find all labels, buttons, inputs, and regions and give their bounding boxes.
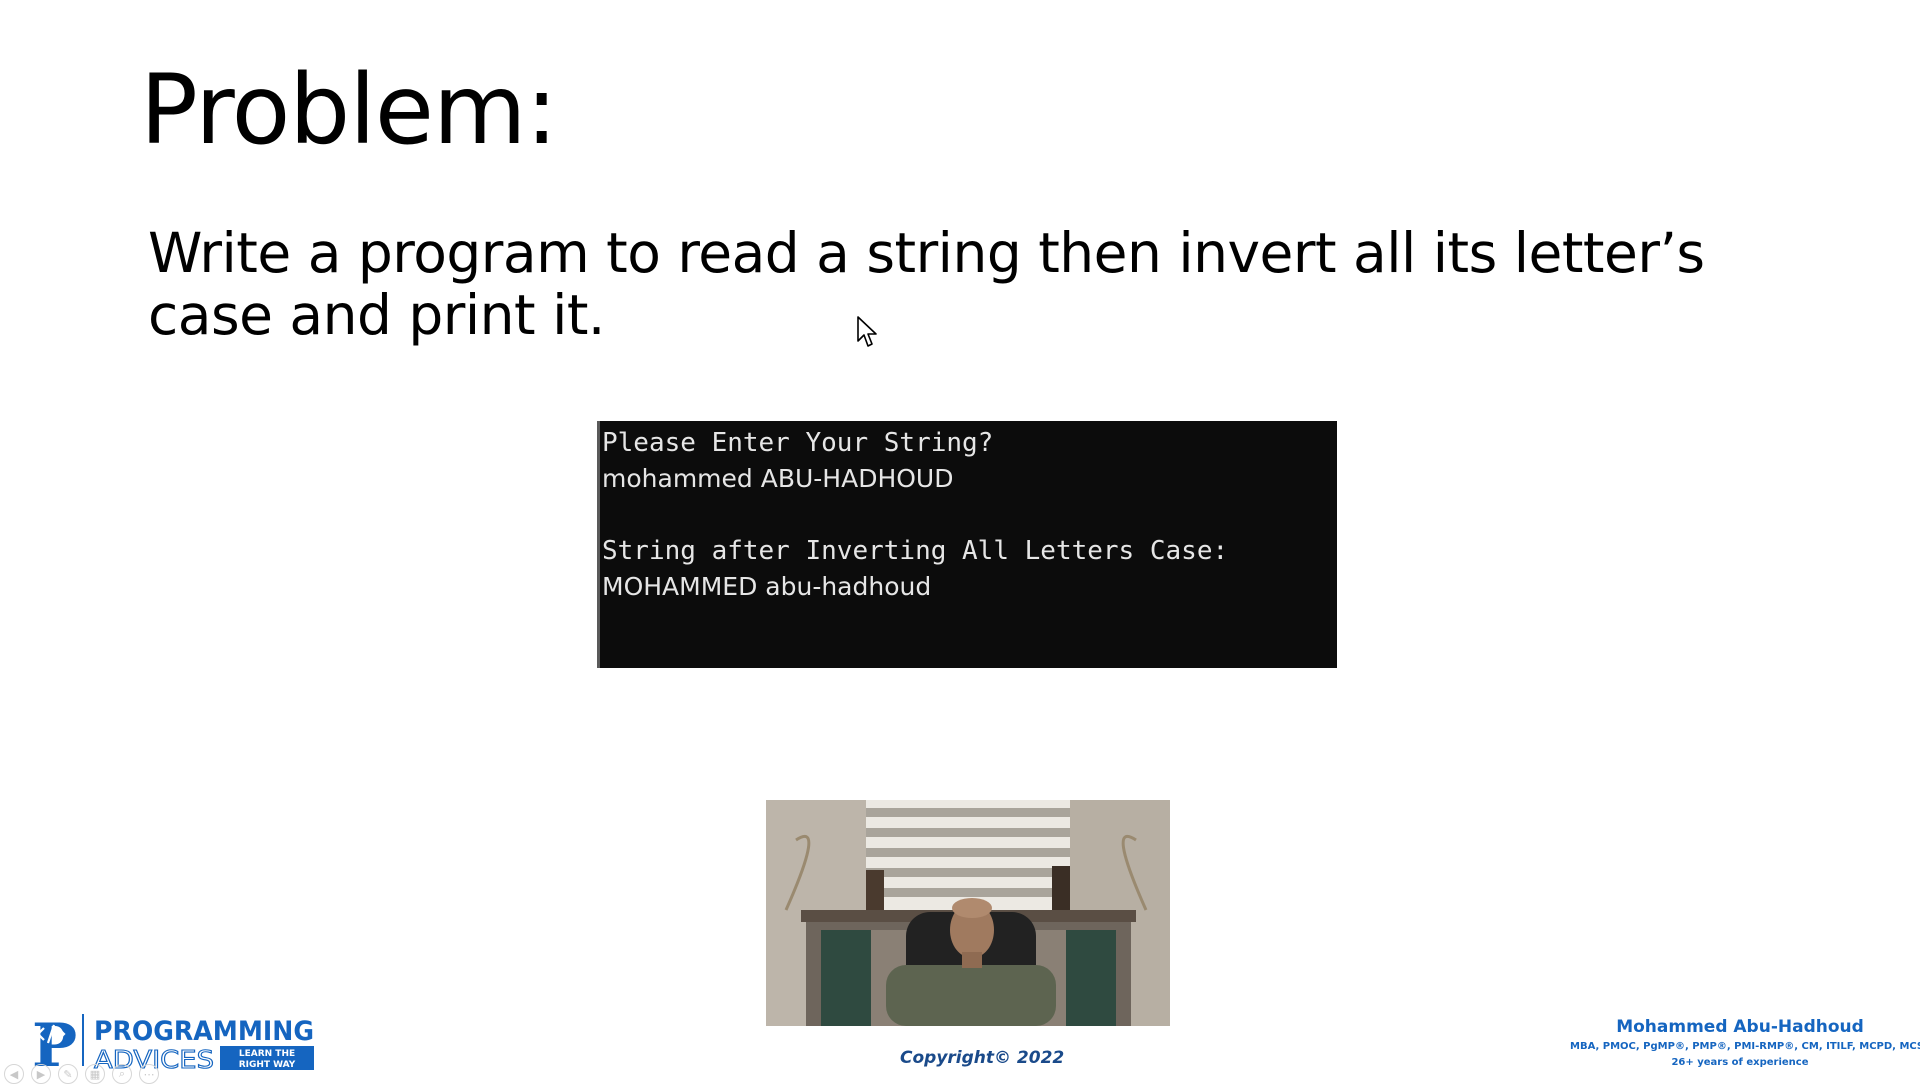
author-info: Mohammed Abu-Hadhoud MBA, PMOC, PgMP®, P… (1570, 1015, 1920, 1071)
svg-text:P: P (32, 1011, 77, 1072)
slideshow-controls: ◀ ▶ ✎ ▦ ⌕ ⋯ (4, 1064, 159, 1084)
console-line-result-label: String after Inverting All Letters Case: (602, 536, 1229, 566)
presenter-webcam (766, 800, 1170, 1026)
console-line-result: MOHAMMED abu-hadhoud (602, 572, 932, 601)
svg-text:RIGHT WAY: RIGHT WAY (239, 1060, 296, 1070)
console-output: Please Enter Your String? mohammed ABU-H… (597, 421, 1337, 668)
console-line-prompt: Please Enter Your String? (602, 428, 994, 458)
slides-icon[interactable]: ▦ (85, 1064, 105, 1084)
svg-text:LEARN THE: LEARN THE (239, 1049, 295, 1059)
zoom-icon[interactable]: ⌕ (112, 1064, 132, 1084)
copyright-notice: Copyright© 2022 (900, 1048, 1065, 1068)
problem-statement: Write a program to read a string then in… (148, 221, 1705, 347)
pen-icon[interactable]: ✎ (58, 1064, 78, 1084)
author-name: Mohammed Abu-Hadhoud (1616, 1017, 1864, 1037)
author-experience: 26+ years of experience (1671, 1057, 1809, 1068)
console-line-input: mohammed ABU-HADHOUD (602, 464, 954, 493)
next-slide-icon[interactable]: ▶ (31, 1064, 51, 1084)
svg-text:PROGRAMMING: PROGRAMMING (94, 1016, 314, 1047)
presenter-video-frame (766, 800, 1170, 1026)
more-icon[interactable]: ⋯ (139, 1064, 159, 1084)
slide-title: Problem: (140, 54, 558, 166)
prev-slide-icon[interactable]: ◀ (4, 1064, 24, 1084)
author-credentials: MBA, PMOC, PgMP®, PMP®, PMI-RMP®, CM, IT… (1570, 1041, 1920, 1052)
mouse-pointer-icon (857, 316, 877, 347)
programming-advices-logo: P PROGRAMMING ADVICES LEARN THE RIGHT WA… (32, 1011, 314, 1072)
